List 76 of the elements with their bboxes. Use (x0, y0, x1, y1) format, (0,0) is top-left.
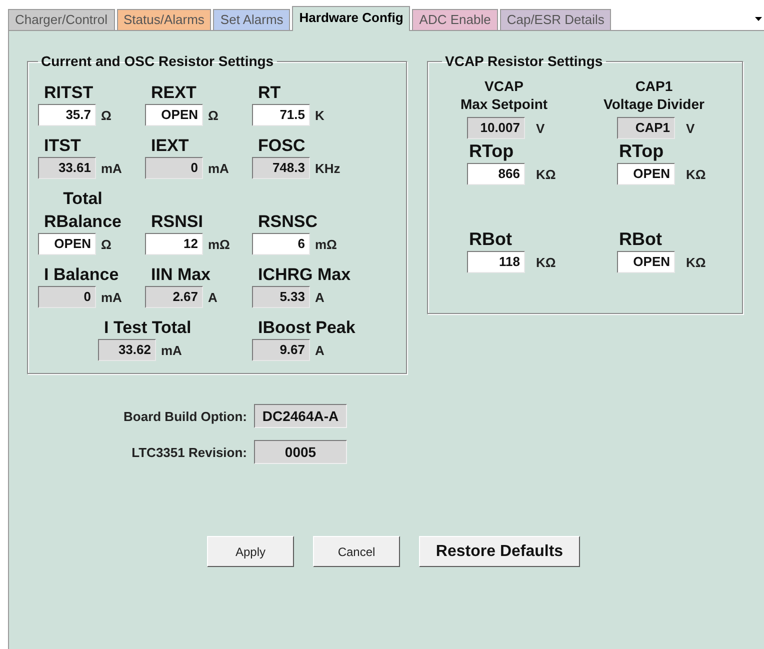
readout-field: 0 (38, 286, 96, 308)
unit-label: A (208, 290, 218, 304)
readout-field: 0 (145, 157, 203, 179)
unit-label: Ω (101, 108, 112, 122)
tab[interactable]: Set Alarms (213, 9, 290, 30)
input-field[interactable]: 71.5 (252, 104, 310, 126)
field-label: RBot (468, 228, 512, 251)
field-label: I Balance (43, 264, 119, 286)
unit-label: Ω (101, 236, 112, 252)
input-field[interactable]: OPEN (617, 251, 675, 273)
input-field[interactable]: OPEN (145, 104, 203, 126)
unit-label: mΩ (315, 236, 337, 252)
unit-label: mΩ (208, 236, 230, 252)
readout-field: 33.61 (38, 157, 96, 179)
field-label: IEXT (150, 135, 189, 157)
group-title: VCAP Resistor Settings (444, 53, 604, 69)
button[interactable]: Apply (207, 536, 294, 567)
readout-field: 10.007 (467, 117, 525, 139)
readout-field: 5.33 (252, 286, 310, 308)
input-field[interactable]: 6 (252, 233, 310, 255)
field-label: FOSC (257, 135, 306, 157)
unit-label: K (315, 108, 324, 122)
input-field[interactable]: 118 (467, 251, 525, 273)
readout-field: CAP1 (617, 117, 675, 139)
tab[interactable]: Charger/Control (8, 9, 114, 30)
caret-icon[interactable] (755, 17, 762, 21)
field-label: I Test Total (103, 317, 192, 339)
input-field[interactable]: 12 (145, 233, 203, 255)
unit-label: KΩ (686, 254, 706, 270)
tab[interactable]: Cap/ESR Details (500, 9, 612, 30)
input-field[interactable]: 35.7 (38, 104, 96, 126)
field-label: RT (257, 82, 281, 104)
field-label: RITST (43, 82, 94, 104)
unit-label: mA (208, 160, 229, 176)
input-field[interactable]: 866 (467, 163, 525, 185)
readout-field: 33.62 (98, 339, 156, 361)
unit-label: Ω (208, 108, 218, 122)
unit-label: KΩ (536, 254, 556, 270)
readout-field: 9.67 (252, 339, 310, 361)
field-label: CAP1 Voltage Divider (602, 77, 706, 113)
field-label: ITST (43, 135, 81, 157)
readout-field: 2.67 (145, 286, 203, 308)
field-label: VCAP Max Setpoint (459, 77, 549, 113)
field-label: Board Build Option: (122, 408, 247, 424)
readout-field: 0005 (254, 440, 347, 464)
unit-label: KΩ (686, 166, 706, 182)
field-label: RTop (618, 140, 664, 163)
readout-field: 748.3 (252, 157, 310, 179)
unit-label: V (686, 120, 695, 136)
field-label: IBoost Peak (257, 317, 356, 339)
button[interactable]: Restore Defaults (419, 536, 580, 567)
group-title: Current and OSC Resistor Settings (40, 53, 275, 69)
tab[interactable]: Status/Alarms (116, 9, 212, 30)
unit-label: V (536, 120, 545, 136)
field-label: Total RBalance (43, 188, 122, 233)
input-field[interactable]: OPEN (617, 163, 675, 185)
tab[interactable]: ADC Enable (412, 9, 498, 30)
field-label: RBot (618, 228, 662, 251)
button[interactable]: Cancel (313, 536, 400, 567)
readout-field: DC2464A-A (254, 404, 347, 428)
unit-label: mA (101, 290, 122, 304)
field-label: RTop (468, 140, 514, 163)
field-label: REXT (150, 82, 196, 104)
field-label: RSNSI (150, 211, 203, 233)
field-label: RSNSC (257, 211, 318, 233)
tab[interactable]: Hardware Config (292, 6, 410, 31)
unit-label: A (315, 342, 324, 358)
field-label: IIN Max (150, 264, 211, 286)
unit-label: A (315, 290, 324, 304)
unit-label: mA (161, 342, 182, 358)
unit-label: KΩ (536, 166, 556, 182)
field-label: LTC3351 Revision: (130, 444, 247, 460)
unit-label: KHz (315, 160, 340, 176)
input-field[interactable]: OPEN (38, 233, 96, 255)
field-label: ICHRG Max (257, 264, 351, 286)
unit-label: mA (101, 160, 122, 176)
